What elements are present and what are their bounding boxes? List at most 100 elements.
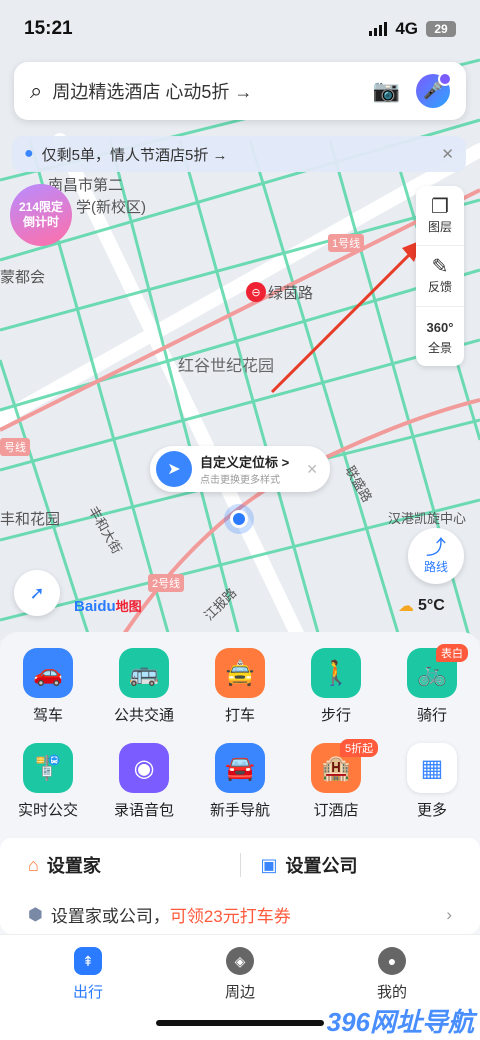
status-time: 15:21	[24, 18, 73, 39]
set-home-button[interactable]: ⌂ 设置家	[28, 852, 220, 878]
panorama-label: 全景	[427, 340, 452, 355]
service-label: 骑行	[416, 707, 447, 724]
watermark: 396网址导航	[326, 1007, 474, 1037]
voice-pack-icon: ◉	[119, 743, 169, 793]
map-label-metro-station[interactable]: 绿茵路	[268, 282, 313, 303]
custom-location-marker[interactable]: ➤ 自定义定位标 > 点击更换更多样式 ✕	[150, 446, 330, 492]
service-label: 更多	[416, 802, 447, 819]
current-location-dot	[230, 510, 248, 528]
search-placeholder: 周边精选酒店 心动5折 →	[52, 82, 253, 102]
weather[interactable]: ☁ 5°C	[398, 596, 445, 616]
chevron-right-icon: ›	[446, 904, 452, 924]
battery-icon: 29	[426, 21, 456, 37]
map-label-community: 蒙都会	[0, 269, 46, 286]
feedback-label: 反馈	[427, 280, 452, 295]
layers-button[interactable]: ❐ 图层	[416, 186, 464, 247]
service-label: 订酒店	[313, 802, 359, 819]
metro-line-label: 2号线	[148, 574, 185, 592]
route-icon: ⤴	[426, 536, 446, 559]
map-label-east-garden: 丰和花园	[0, 511, 61, 528]
car-icon: 🚗	[23, 648, 73, 698]
home-company-card: ⌂ 设置家 ▣ 设置公司 ⬢ 设置家或公司， 可领23元打车券 ›	[0, 838, 480, 934]
service-drive[interactable]: 🚗 驾车	[0, 648, 96, 725]
home-prompt-text: 设置家或公司，	[50, 907, 170, 926]
service-public-transit[interactable]: 🚌 公共交通	[96, 648, 192, 725]
tab-travel[interactable]: ⇞ 出行	[48, 947, 128, 1002]
camera-icon[interactable]: 📷	[373, 78, 400, 104]
service-bike[interactable]: 🚲 骑行 表白	[384, 644, 480, 725]
signal-icon	[369, 22, 388, 36]
promo-badge-line2: 倒计时	[22, 215, 59, 229]
service-realtime-bus[interactable]: 🚏 实时公交	[0, 743, 96, 820]
custom-marker-subtitle: 点击更换更多样式	[200, 475, 280, 486]
logo-text: 地图	[115, 599, 142, 614]
service-voice-pack[interactable]: ◉ 录语音包	[96, 743, 192, 820]
newbie-nav-icon: 🚘	[215, 743, 265, 793]
location-style-icon: ➤	[156, 451, 192, 487]
service-label: 实时公交	[17, 802, 78, 819]
service-label: 驾车	[32, 707, 63, 724]
route-label: 路线	[423, 559, 448, 574]
tab-label: 我的	[376, 984, 407, 1001]
service-taxi[interactable]: 🚖 打车	[192, 648, 288, 725]
logo-text: Bai	[74, 598, 98, 615]
tab-nearby[interactable]: ◈ 周边	[200, 947, 280, 1002]
service-label: 录语音包	[113, 802, 174, 819]
tab-label: 出行	[72, 984, 103, 1001]
service-tag: 5折起	[340, 739, 379, 757]
close-icon[interactable]: ✕	[441, 145, 454, 163]
more-icon: ▦	[407, 743, 457, 793]
metro-icon[interactable]: ⊖	[246, 282, 266, 302]
panorama-icon: 360°	[426, 319, 454, 335]
locate-button[interactable]: ➚	[14, 570, 60, 616]
set-company-button[interactable]: ▣ 设置公司	[261, 852, 453, 878]
custom-marker-title: 自定义定位标 >	[200, 455, 290, 470]
feedback-button[interactable]: ✎ 反馈	[416, 246, 464, 307]
map-tools: ❐ 图层 ✎ 反馈 360° 全景	[416, 186, 464, 366]
microphone-icon: 🎤	[423, 83, 443, 100]
tab-profile[interactable]: ● 我的	[352, 947, 432, 1002]
map-label-school-campus: 学(新校区)	[76, 199, 146, 216]
briefcase-icon: ▣	[260, 854, 278, 875]
logo-text: du	[97, 598, 116, 615]
baidu-logo: Baidu地图	[74, 596, 142, 615]
weather-temp: 5°C	[418, 597, 445, 614]
promo-banner[interactable]: ● 仅剩5单，情人节酒店5折 → ✕	[12, 136, 466, 172]
service-walk[interactable]: 🚶 步行	[288, 648, 384, 725]
service-newbie-nav[interactable]: 🚘 新手导航	[192, 743, 288, 820]
realtime-bus-icon: 🚏	[23, 743, 73, 793]
panorama-button[interactable]: 360° 全景	[416, 307, 464, 366]
coupon-text: 可领23元打车券	[169, 907, 291, 926]
status-bar: 15:21 4G 29	[0, 0, 480, 58]
search-icon: ⌕	[30, 78, 43, 103]
service-grid: 🚗 驾车 🚌 公共交通 🚖 打车 🚶 步行 🚲 骑行 表白 🚏 实时公交 ◉ 录…	[0, 644, 480, 820]
service-more[interactable]: ▦ 更多	[384, 743, 480, 820]
promo-banner-text: 仅剩5单，情人节酒店5折 →	[41, 146, 228, 164]
metro-line-label: 1号线	[328, 234, 365, 252]
promo-badge[interactable]: 214限定 倒计时	[10, 184, 72, 246]
layers-label: 图层	[427, 220, 452, 235]
set-company-label: 设置公司	[285, 856, 358, 876]
home-coupon-prompt[interactable]: ⬢ 设置家或公司， 可领23元打车券 ›	[28, 902, 452, 927]
weather-cloud-sun-icon: ☁	[398, 598, 414, 615]
service-label: 公共交通	[113, 707, 174, 724]
bus-icon: 🚌	[119, 648, 169, 698]
route-button[interactable]: ⤴ 路线	[408, 528, 464, 584]
feedback-icon: ✎	[431, 256, 449, 279]
search-bar[interactable]: ⌕ 周边精选酒店 心动5折 → 📷 🎤	[14, 62, 466, 120]
service-label: 新手导航	[209, 802, 270, 819]
tab-label: 周边	[224, 984, 255, 1001]
service-tag: 表白	[436, 644, 468, 662]
network-type: 4G	[395, 19, 418, 38]
home-icon: ⌂	[28, 854, 39, 875]
home-indicator	[156, 1020, 324, 1026]
travel-icon: ⇞	[74, 947, 102, 975]
map-label-garden[interactable]: 红谷世纪花园	[178, 352, 274, 376]
close-icon[interactable]: ✕	[306, 461, 318, 478]
layers-icon: ❐	[431, 196, 449, 219]
voice-assistant-button[interactable]: 🎤	[416, 72, 452, 108]
service-hotel[interactable]: 🏨 订酒店 5折起	[288, 739, 384, 820]
taxi-icon: 🚖	[215, 648, 265, 698]
shield-icon: ⬢	[28, 904, 43, 924]
nearby-icon: ◈	[226, 947, 254, 975]
